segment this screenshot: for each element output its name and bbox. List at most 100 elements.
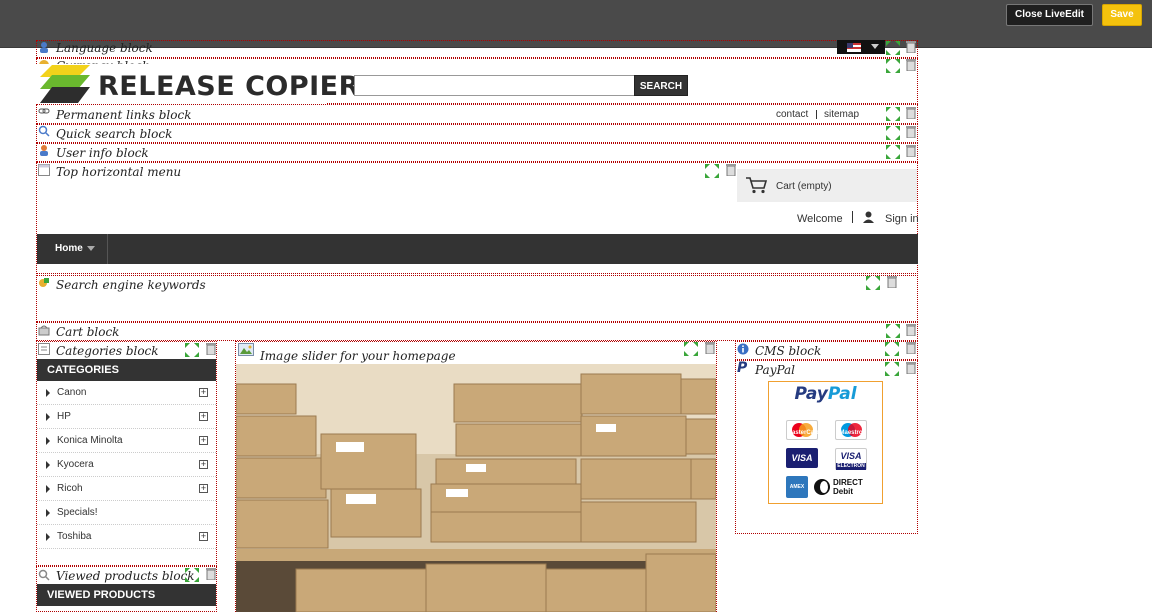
delete-icon[interactable] (906, 324, 916, 336)
delete-icon[interactable] (705, 342, 715, 354)
expand-icon[interactable]: + (199, 436, 208, 445)
save-button[interactable]: Save (1102, 4, 1142, 26)
menu-icon (38, 164, 50, 176)
expand-icon[interactable]: + (199, 532, 208, 541)
move-icon[interactable] (885, 362, 899, 376)
move-icon[interactable] (886, 145, 900, 159)
category-label: Konica Minolta (57, 435, 123, 446)
arrow-right-icon (46, 389, 50, 397)
categories-block-label: Categories block (56, 344, 159, 358)
keywords-icon (38, 277, 50, 289)
category-label: Canon (57, 387, 87, 398)
expand-icon[interactable]: + (199, 460, 208, 469)
move-icon[interactable] (886, 126, 900, 140)
logo-mark (40, 65, 90, 103)
expand-icon[interactable]: + (199, 484, 208, 493)
expand-icon[interactable]: + (199, 388, 208, 397)
chevron-down-icon (871, 44, 879, 49)
delete-icon[interactable] (726, 164, 736, 176)
contact-link[interactable]: contact (776, 109, 808, 120)
categories-list: Canon + HP + Konica Minolta + Kyocera + Ricoh + Sp… (37, 381, 216, 549)
delete-icon[interactable] (906, 107, 916, 119)
arrow-right-icon (46, 413, 50, 421)
visa-electron-logo: VISA ELECTRON (835, 448, 867, 470)
direct-debit-logo: DIRECT Debit (813, 478, 869, 496)
move-icon[interactable] (705, 164, 719, 178)
move-icon[interactable] (185, 343, 199, 357)
paypal-block-label: PayPal (755, 363, 795, 377)
image-icon (238, 343, 254, 356)
caret-down-icon (86, 245, 95, 251)
delete-icon[interactable] (906, 342, 916, 354)
logo-text: RELEASE COPIER (98, 71, 360, 102)
cms-block-label: CMS block (755, 344, 822, 358)
delete-icon[interactable] (906, 41, 916, 53)
move-icon[interactable] (866, 276, 880, 290)
language-block (36, 40, 918, 58)
expand-icon[interactable]: + (199, 412, 208, 421)
move-icon[interactable] (885, 342, 899, 356)
search-engine-keywords-label: Search engine keywords (56, 278, 206, 292)
nav-item-home[interactable]: Home (37, 234, 108, 264)
delete-icon[interactable] (206, 568, 216, 580)
top-horizontal-menu-label: Top horizontal menu (56, 165, 182, 179)
search-input[interactable] (354, 75, 635, 96)
category-item[interactable]: Ricoh + (37, 477, 216, 501)
move-icon[interactable] (886, 41, 900, 55)
info-icon (737, 343, 749, 355)
viewed-products-block-label: Viewed products block (56, 569, 195, 583)
category-label: Ricoh (57, 483, 83, 494)
search-icon (38, 125, 50, 137)
quick-search-block-label: Quick search block (56, 127, 173, 141)
category-item[interactable]: Canon + (37, 381, 216, 405)
sitemap-link[interactable]: sitemap (824, 109, 859, 120)
search-icon (38, 569, 50, 581)
category-label: Specials! (57, 507, 98, 518)
link-separator (816, 110, 817, 119)
move-icon[interactable] (185, 568, 199, 582)
maestro-logo: Maestro (835, 420, 867, 440)
category-item[interactable]: HP + (37, 405, 216, 429)
user-info-block-label: User info block (56, 146, 149, 160)
category-item[interactable]: Kyocera + (37, 453, 216, 477)
mastercard-logo: MasterCard (786, 420, 820, 440)
categories-heading: CATEGORIES (37, 359, 216, 381)
amex-logo: AMEX (786, 476, 808, 498)
close-liveedit-button[interactable]: Close LiveEdit (1006, 4, 1093, 26)
delete-icon[interactable] (906, 126, 916, 138)
category-item[interactable]: Specials! (37, 501, 216, 525)
user-icon (863, 211, 874, 223)
category-item[interactable]: Konica Minolta + (37, 429, 216, 453)
delete-icon[interactable] (906, 59, 916, 71)
user-icon (38, 144, 50, 156)
language-selector[interactable] (837, 40, 885, 54)
cart-status-text: Cart (empty) (776, 181, 832, 192)
slider-image[interactable] (236, 364, 716, 612)
us-flag-icon (847, 43, 861, 52)
delete-icon[interactable] (206, 343, 216, 355)
move-icon[interactable] (684, 342, 698, 356)
delete-icon[interactable] (906, 362, 916, 374)
search-button[interactable]: SEARCH (634, 75, 688, 96)
cart-block-label: Cart block (56, 325, 120, 339)
language-block-label: Language block (56, 41, 153, 55)
move-icon[interactable] (886, 107, 900, 121)
delete-icon[interactable] (906, 145, 916, 157)
arrow-right-icon (46, 437, 50, 445)
category-item[interactable]: Toshiba + (37, 525, 216, 549)
delete-icon[interactable] (887, 276, 897, 288)
arrow-right-icon (46, 485, 50, 493)
move-icon[interactable] (886, 324, 900, 338)
category-label: HP (57, 411, 71, 422)
user-info-block (36, 143, 918, 162)
permanent-links-block-label: Permanent links block (56, 108, 192, 122)
image-slider-label: Image slider for your homepage (260, 349, 456, 363)
category-label: Toshiba (57, 531, 92, 542)
move-icon[interactable] (886, 59, 900, 73)
sign-in-link[interactable]: Sign in (885, 213, 919, 225)
category-label: Kyocera (57, 459, 94, 470)
header-separator (852, 211, 853, 223)
arrow-right-icon (46, 509, 50, 517)
welcome-text: Welcome (797, 213, 843, 225)
paypal-logo: PayPal (794, 384, 857, 404)
